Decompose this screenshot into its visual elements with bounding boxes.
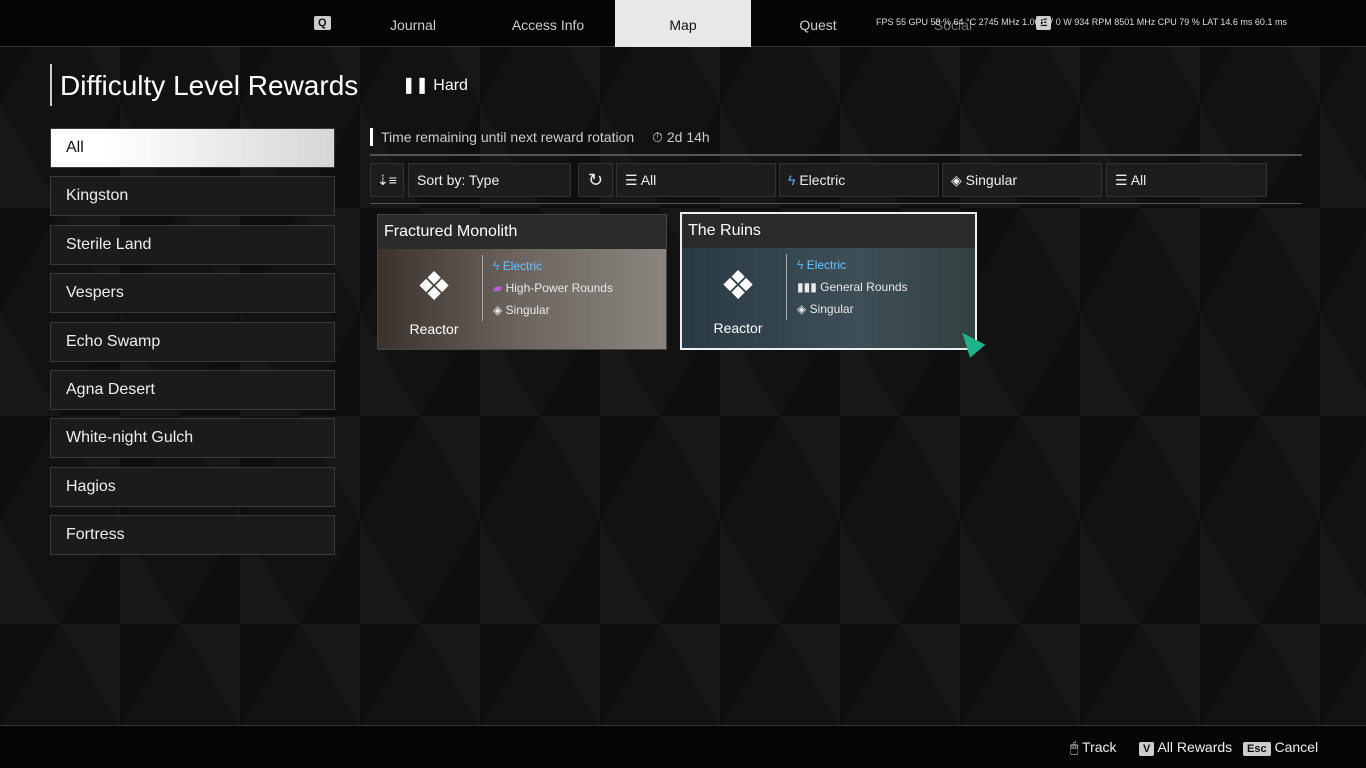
reward-label: Reactor <box>713 320 763 336</box>
key-q[interactable]: Q <box>314 16 331 30</box>
tab-access-info[interactable]: Access Info <box>480 0 616 47</box>
stopwatch-icon: ⏱ <box>652 129 663 145</box>
mouse-icon: 🖱 <box>1070 739 1079 755</box>
cancel-label: Cancel <box>1274 739 1319 755</box>
sidebar-item-agna-desert[interactable]: Agna Desert <box>50 369 335 410</box>
sidebar-item-hagios[interactable]: Hagios <box>50 466 335 507</box>
kind-label: Singular <box>505 303 550 317</box>
sidebar-item-all[interactable]: All <box>50 128 335 168</box>
layers-icon: ☰ <box>1115 172 1128 188</box>
sidebar-item-vespers[interactable]: Vespers <box>50 273 335 314</box>
rounds-filter[interactable]: ☰ All <box>1106 163 1267 197</box>
rounds-filter-label: All <box>1130 172 1147 188</box>
page-title: Difficulty Level Rewards <box>50 64 366 106</box>
card-attributes: ϟ Electric ▰ High-Power Rounds ◈ Singula… <box>482 255 613 321</box>
refresh-icon: ↻ <box>588 170 604 190</box>
key-v: V <box>1139 742 1155 756</box>
singular-icon: ◈ <box>493 303 503 317</box>
sort-dropdown[interactable]: Sort by: Type <box>408 163 571 197</box>
all-rewards-button[interactable]: V All Rewards <box>1139 739 1232 756</box>
reactor-icon: ❖ <box>720 264 756 308</box>
sort-order-button[interactable]: ⇣≡ <box>370 163 404 197</box>
sidebar-item-fortress[interactable]: Fortress <box>50 515 335 556</box>
key-esc: Esc <box>1243 742 1271 756</box>
card-body: ❖ Reactor ϟ Electric ▮▮▮ General Rounds … <box>682 248 975 348</box>
divider <box>370 203 1302 204</box>
divider <box>370 154 1302 156</box>
tab-journal[interactable]: Journal <box>345 0 481 47</box>
timer-label: Time remaining until next reward rotatio… <box>381 129 635 145</box>
electric-icon: ϟ <box>788 172 796 188</box>
card-attributes: ϟ Electric ▮▮▮ General Rounds ◈ Singular <box>786 254 908 320</box>
cancel-button[interactable]: Esc Cancel <box>1243 739 1318 756</box>
reward-card[interactable]: Fractured Monolith ❖ Reactor ϟ Electric … <box>377 214 667 350</box>
rounds-label: General Rounds <box>820 280 908 294</box>
kind-label: Singular <box>809 302 854 316</box>
difficulty-label: Hard <box>433 77 468 94</box>
singular-icon: ◈ <box>797 302 807 316</box>
attribute-filter[interactable]: ϟ Electric <box>779 163 939 197</box>
track-button[interactable]: 🖱 Track <box>1070 739 1117 756</box>
all-rewards-label: All Rewards <box>1157 739 1233 755</box>
difficulty-badge: ❚❚ Hard <box>392 66 478 102</box>
electric-icon: ϟ <box>493 259 500 273</box>
reward-label: Reactor <box>409 321 459 337</box>
ammo-kind-filter[interactable]: ◈ Singular <box>942 163 1102 197</box>
singular-icon: ◈ <box>951 172 962 188</box>
sidebar-item-sterile-land[interactable]: Sterile Land <box>50 224 335 265</box>
sidebar-item-kingston[interactable]: Kingston <box>50 176 335 217</box>
high-power-rounds-icon: ▰ <box>493 281 503 295</box>
type-filter[interactable]: ☰ All <box>616 163 776 197</box>
sort-icon: ⇣≡ <box>377 172 397 188</box>
footer-bar: 🖱 Track V All Rewards Esc Cancel <box>0 725 1366 768</box>
layers-icon: ☰ <box>625 172 638 188</box>
card-title: Fractured Monolith <box>378 215 666 249</box>
rotation-timer: Time remaining until next reward rotatio… <box>370 128 710 146</box>
pause-icon: ❚❚ <box>402 77 429 94</box>
attribute-filter-label: Electric <box>799 172 846 188</box>
top-nav: Q Journal Access Info Map Quest Social E… <box>0 0 1366 47</box>
type-filter-label: All <box>640 172 657 188</box>
general-rounds-icon: ▮▮▮ <box>797 280 817 294</box>
performance-overlay: FPS 55 GPU 58 % 64 °C 2745 MHz 1.065 V 0… <box>876 17 1287 27</box>
attribute-label: Electric <box>502 259 543 273</box>
sidebar-item-white-night-gulch[interactable]: White-night Gulch <box>50 418 335 459</box>
tab-quest[interactable]: Quest <box>750 0 886 47</box>
rounds-label: High-Power Rounds <box>505 281 613 295</box>
ammo-kind-filter-label: Singular <box>965 172 1018 188</box>
sidebar-item-echo-swamp[interactable]: Echo Swamp <box>50 321 335 362</box>
reactor-icon: ❖ <box>416 265 452 309</box>
card-body: ❖ Reactor ϟ Electric ▰ High-Power Rounds… <box>378 249 666 349</box>
electric-icon: ϟ <box>797 258 804 272</box>
track-label: Track <box>1082 739 1117 755</box>
region-sidebar: All Kingston Sterile Land Vespers Echo S… <box>50 128 335 564</box>
reset-filters-button[interactable]: ↻ <box>578 163 613 197</box>
tab-map[interactable]: Map <box>615 0 751 47</box>
attribute-label: Electric <box>806 258 847 272</box>
timer-value: 2d 14h <box>666 129 710 145</box>
reward-card[interactable]: The Ruins ❖ Reactor ϟ Electric ▮▮▮ Gener… <box>680 212 977 350</box>
card-title: The Ruins <box>682 214 975 248</box>
